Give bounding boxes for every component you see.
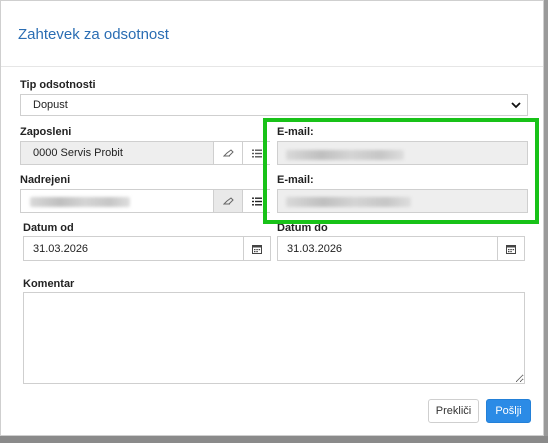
backdrop-bottom	[0, 436, 548, 443]
date-to-field[interactable]: 31.03.2026	[277, 236, 525, 261]
supervisor-field[interactable]	[20, 189, 270, 213]
clear-supervisor-button[interactable]	[213, 190, 242, 212]
employee-value: 0000 Servis Probit	[33, 147, 123, 159]
date-to-value: 31.03.2026	[287, 243, 343, 255]
chevron-down-icon	[511, 102, 521, 109]
absence-type-select[interactable]: Dopust	[20, 94, 528, 116]
dialog-header: Zahtevek za odsotnost	[1, 1, 543, 67]
date-from-calendar-button[interactable]	[243, 237, 270, 260]
calendar-icon	[252, 244, 262, 254]
backdrop-right	[544, 0, 548, 443]
list-icon	[251, 197, 262, 205]
employee-field[interactable]: 0000 Servis Probit	[20, 141, 270, 165]
date-from-value: 31.03.2026	[33, 243, 89, 255]
redacted-supervisor	[30, 197, 130, 207]
date-to-calendar-button[interactable]	[497, 237, 524, 260]
employee-label: Zaposleni	[20, 126, 72, 138]
supervisor-label: Nadrejeni	[20, 174, 71, 186]
clear-employee-button[interactable]	[213, 142, 242, 164]
send-button[interactable]: Pošlji	[486, 399, 531, 423]
date-from-field[interactable]: 31.03.2026	[23, 236, 271, 261]
comment-label: Komentar	[23, 278, 75, 290]
highlight-frame	[263, 118, 539, 224]
list-icon	[251, 149, 262, 157]
dialog-title: Zahtevek za odsotnost	[18, 26, 169, 43]
comment-textarea[interactable]	[23, 292, 525, 384]
absence-type-label: Tip odsotnosti	[20, 79, 96, 91]
absence-type-value: Dopust	[33, 99, 68, 111]
calendar-icon	[506, 244, 516, 254]
cancel-button[interactable]: Prekliči	[428, 399, 479, 423]
date-from-label: Datum od	[23, 222, 74, 234]
eraser-icon	[222, 149, 234, 157]
eraser-icon	[222, 197, 234, 205]
